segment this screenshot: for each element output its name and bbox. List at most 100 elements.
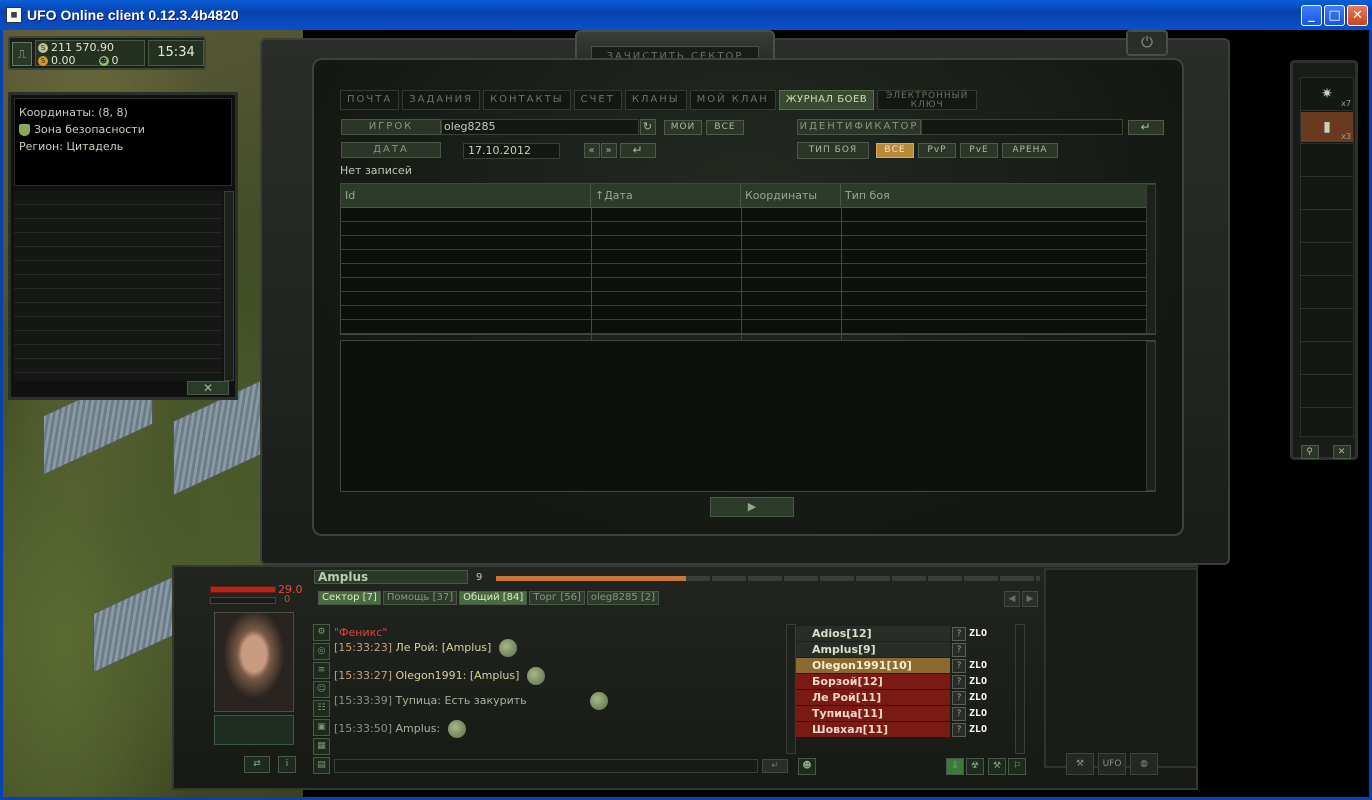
player-info-icon[interactable]: ? (952, 674, 966, 689)
battle-type-pve[interactable]: PvE (960, 143, 998, 158)
message-text[interactable]: Olegon1991: [Amplus] (396, 669, 520, 682)
lock-icon[interactable]: ⎍ (12, 42, 32, 66)
chat-tab-next-icon[interactable]: ▶ (1022, 591, 1038, 607)
close-button[interactable]: ✕ (1347, 5, 1368, 26)
player-info-icon[interactable]: ? (952, 626, 966, 641)
info-icon[interactable]: i (278, 756, 296, 773)
info-scrollbar[interactable] (224, 191, 234, 381)
chat-window-icon[interactable]: ▣ (313, 719, 330, 736)
info-list (14, 191, 222, 381)
wrench-icon[interactable]: ⚒ (988, 758, 1006, 775)
date-next-icon[interactable]: » (601, 143, 617, 158)
chat-scrollbar[interactable] (786, 624, 796, 754)
chat-grid-icon[interactable]: ▦ (313, 738, 330, 755)
column-id[interactable]: Id (341, 184, 591, 207)
play-button[interactable]: ▶ (710, 497, 794, 517)
status-bar: ⎍ S 211 570.90 S 0.00 ☻ 0 15:34 (8, 36, 206, 70)
ufo-button[interactable]: UFO (1098, 753, 1126, 775)
player-list-scrollbar[interactable] (1015, 624, 1025, 754)
tab-account[interactable]: СЧЕТ (573, 90, 622, 110)
tab-electronic-key[interactable]: ЭЛЕКТРОННЫЙ КЛЮЧ (877, 90, 978, 110)
player-input[interactable]: oleg8285 (441, 119, 639, 135)
player-row[interactable]: Тупица[11]? ZLO (796, 706, 1014, 721)
tab-my-clan[interactable]: МОЙ КЛАН (689, 90, 776, 110)
chat-input[interactable] (334, 759, 758, 773)
player-row[interactable]: Шовхал[11]? ZLO (796, 722, 1014, 737)
column-date[interactable]: ↑Дата (591, 184, 741, 207)
detail-scrollbar[interactable] (1146, 341, 1156, 491)
player-name[interactable]: Борзой[12] (796, 674, 950, 689)
chat-list-icon[interactable]: ≡ (313, 662, 330, 679)
player-name[interactable]: Шовхал[11] (796, 722, 950, 737)
player-info-icon[interactable]: ? (952, 642, 966, 657)
my-button[interactable]: МОИ (664, 120, 702, 135)
player-row[interactable]: Adios[12]? ZLO (796, 626, 1014, 641)
globe-icon[interactable]: ◍ (1130, 753, 1158, 775)
player-row[interactable]: Борзой[12]? ZLO (796, 674, 1014, 689)
emote-icon[interactable]: ☻ (798, 758, 816, 775)
player-info-icon[interactable]: ? (952, 722, 966, 737)
tab-clans[interactable]: КЛАНЫ (624, 90, 687, 110)
battle-type-all[interactable]: ВСЕ (876, 143, 914, 158)
chat-tab-trade[interactable]: Торг [56] (529, 591, 585, 605)
power-button[interactable]: ⏻ (1126, 30, 1168, 56)
player-name[interactable]: Amplus[9] (796, 642, 950, 657)
character-badge[interactable] (214, 715, 294, 745)
chat-user-icon[interactable]: ☺ (313, 681, 330, 698)
tab-contacts[interactable]: КОНТАКТЫ (483, 90, 571, 110)
date-prev-icon[interactable]: « (584, 143, 600, 158)
player-name[interactable]: Adios[12] (796, 626, 950, 641)
date-input[interactable]: 17.10.2012 (463, 143, 560, 159)
chat-tab-general[interactable]: Общий [84] (459, 591, 528, 605)
swap-icon[interactable]: ⇄ (244, 756, 270, 773)
battle-type-pvp[interactable]: PvP (918, 143, 956, 158)
player-row[interactable]: Amplus[9]? (796, 642, 1014, 657)
minimize-button[interactable]: _ (1301, 5, 1322, 26)
column-battle-type[interactable]: Тип боя (841, 184, 1155, 207)
refresh-icon[interactable]: ↻ (640, 119, 656, 135)
player-name[interactable]: Тупица[11] (796, 706, 950, 721)
chat-tab-prev-icon[interactable]: ◀ (1004, 591, 1020, 607)
tab-quests[interactable]: ЗАДАНИЯ (402, 90, 481, 110)
message-text[interactable]: Ле Рой: [Amplus] (396, 641, 492, 654)
tab-battle-log[interactable]: ЖУРНАЛ БОЕВ (778, 90, 875, 110)
chat-target-icon[interactable]: ◎ (313, 643, 330, 660)
chat-map-icon[interactable]: ▤ (313, 757, 330, 774)
message-text[interactable]: Amplus: (396, 722, 441, 735)
all-button[interactable]: ВСЕ (706, 120, 744, 135)
inventory-close-icon[interactable]: ✕ (1333, 445, 1351, 459)
identifier-enter-icon[interactable]: ↵ (1128, 120, 1164, 135)
medkit-icon[interactable]: ▮ x3 (1301, 112, 1353, 142)
download-icon[interactable]: ⇩ (946, 758, 964, 775)
player-info-icon[interactable]: ? (952, 706, 966, 721)
maximize-button[interactable]: □ (1324, 5, 1345, 26)
table-scrollbar[interactable] (1146, 184, 1156, 334)
chat-player-name: Amplus (314, 570, 468, 584)
message-text[interactable]: Тупица: Есть закурить (396, 694, 527, 707)
info-close-button[interactable]: ✕ (187, 381, 229, 395)
chat-tab-help[interactable]: Помощь [37] (382, 591, 458, 605)
tab-mail[interactable]: ПОЧТА (340, 90, 400, 110)
character-portrait[interactable] (214, 612, 294, 712)
chat-tab-private[interactable]: oleg8285 [2] (586, 591, 660, 605)
identifier-input[interactable] (921, 119, 1123, 135)
grenade-icon[interactable]: ✷ x7 (1301, 79, 1353, 109)
battle-type-arena[interactable]: АРЕНА (1002, 143, 1058, 158)
inventory-link-icon[interactable]: ⚲ (1301, 445, 1319, 459)
player-row[interactable]: Ле Рой[11]? ZLO (796, 690, 1014, 705)
player-info-icon[interactable]: ? (952, 690, 966, 705)
player-name[interactable]: Ле Рой[11] (796, 690, 950, 705)
date-enter-icon[interactable]: ↵ (620, 143, 656, 158)
money-panel: S 211 570.90 S 0.00 ☻ 0 (35, 40, 145, 67)
alien-icon[interactable]: ☢ (966, 758, 984, 775)
tools-icon[interactable]: ⚒ (1066, 753, 1094, 775)
chat-settings-icon[interactable]: ⚙ (313, 624, 330, 641)
column-coordinates[interactable]: Координаты (741, 184, 841, 207)
player-name[interactable]: Olegon1991[10] (796, 658, 950, 673)
chat-tab-sector[interactable]: Сектор [7] (318, 591, 381, 605)
send-icon[interactable]: ↵ (762, 759, 788, 773)
antenna-icon[interactable]: ⚐ (1008, 758, 1026, 775)
chat-group-icon[interactable]: ☷ (313, 700, 330, 717)
player-info-icon[interactable]: ? (952, 658, 966, 673)
player-row[interactable]: Olegon1991[10]? ZLO (796, 658, 1014, 673)
